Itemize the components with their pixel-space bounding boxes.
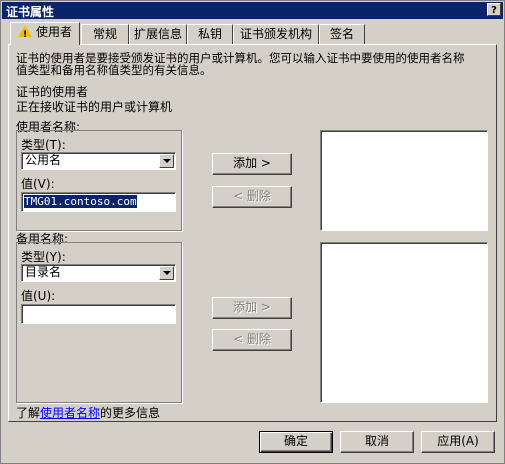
subject-name-help-link[interactable]: 使用者名称 xyxy=(40,406,100,420)
apply-button[interactable]: 应用(A) xyxy=(421,431,495,453)
tab-subject[interactable]: 使用者 xyxy=(10,22,80,45)
tab-extensions[interactable]: 扩展信息 xyxy=(129,24,187,44)
subject-value-label: 值(V): xyxy=(21,177,55,191)
add-alt-button[interactable]: 添加 > xyxy=(212,297,292,319)
subject-value-input[interactable]: TMG01.contoso.com xyxy=(21,192,176,212)
subject-description: 正在接收证书的用户或计算机 xyxy=(16,100,173,114)
tab-private-key[interactable]: 私钥 xyxy=(187,24,233,44)
alt-type-select[interactable]: 目录名 xyxy=(21,264,176,282)
tab-signature[interactable]: 签名 xyxy=(319,24,365,44)
alt-type-label: 类型(Y): xyxy=(21,250,66,264)
remove-alt-button[interactable]: < 删除 xyxy=(212,329,292,351)
ok-button[interactable]: 确定 xyxy=(259,431,333,453)
title-bar: 证书属性 ? xyxy=(2,2,503,19)
learn-more-text: 了解使用者名称的更多信息 xyxy=(16,404,160,421)
learn-more-prefix: 了解 xyxy=(16,406,41,420)
chevron-down-icon[interactable] xyxy=(159,266,174,280)
alt-type-value: 目录名 xyxy=(25,265,62,279)
subject-type-label: 类型(T): xyxy=(21,138,66,152)
tab-certificate-authority[interactable]: 证书颁发机构 xyxy=(233,24,319,44)
tab-general[interactable]: 常规 xyxy=(81,24,129,44)
cancel-button[interactable]: 取消 xyxy=(340,431,414,453)
tab-subject-label: 使用者 xyxy=(35,25,72,39)
help-button[interactable]: ? xyxy=(487,3,501,16)
subject-type-value: 公用名 xyxy=(25,153,62,167)
learn-more-suffix: 的更多信息 xyxy=(100,406,161,420)
subject-type-select[interactable]: 公用名 xyxy=(21,152,176,170)
chevron-down-icon[interactable] xyxy=(159,154,174,168)
alt-value-label: 值(U): xyxy=(21,289,56,303)
alt-values-list[interactable] xyxy=(320,242,488,403)
window-title: 证书属性 xyxy=(6,5,55,19)
warning-icon xyxy=(17,25,32,44)
subject-values-list[interactable] xyxy=(320,130,488,231)
subject-value-text: TMG01.contoso.com xyxy=(24,195,137,208)
remove-subject-button[interactable]: < 删除 xyxy=(212,186,292,208)
alt-value-input[interactable] xyxy=(21,304,176,324)
add-subject-button[interactable]: 添加 > xyxy=(212,153,292,175)
intro-line-2: 值类型和备用名称值类型的有关信息。 xyxy=(16,63,212,77)
